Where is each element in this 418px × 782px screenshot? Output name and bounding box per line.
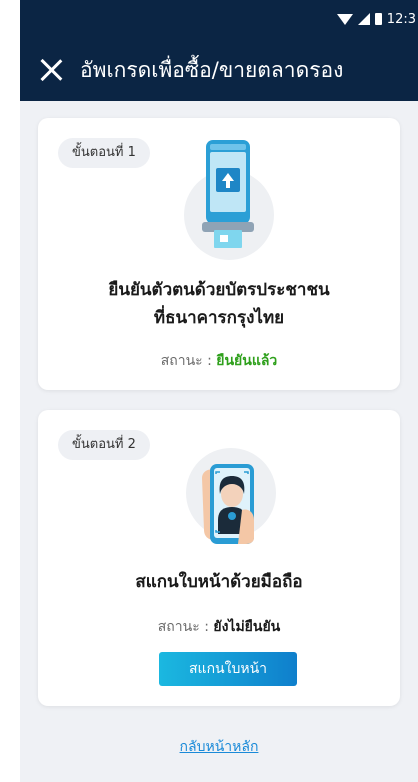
signal-icon bbox=[357, 13, 370, 25]
battery-icon bbox=[374, 13, 382, 25]
app-header: 12:3 อัพเกรดเพื่อซื้อ/ขายตลาดรอง bbox=[20, 0, 418, 101]
step-2-status-label: สถานะ : bbox=[157, 619, 209, 635]
title-bar: อัพเกรดเพื่อซื้อ/ขายตลาดรอง bbox=[20, 48, 418, 92]
id-card-reader-icon bbox=[202, 140, 254, 248]
step-1-title-line2: ที่ธนาคารกรุงไทย bbox=[153, 308, 285, 328]
face-scan-icon bbox=[202, 464, 254, 544]
step-2-card: ขั้นตอนที่ 2 สแกนใบหน้าด้วยมือถือ สถานะ … bbox=[38, 410, 400, 706]
step-2-status: สถานะ : ยังไม่ยืนยัน bbox=[38, 616, 400, 638]
step-1-status-value: ยืนยันแล้ว bbox=[216, 353, 278, 369]
step-1-badge: ขั้นตอนที่ 1 bbox=[58, 138, 150, 168]
back-to-home-link[interactable]: กลับหน้าหลัก bbox=[20, 736, 418, 758]
app-screen: 12:3 อัพเกรดเพื่อซื้อ/ขายตลาดรอง ขั้นตอน… bbox=[20, 0, 418, 782]
close-icon[interactable] bbox=[38, 57, 64, 83]
page-title: อัพเกรดเพื่อซื้อ/ขายตลาดรอง bbox=[80, 57, 344, 82]
status-time: 12:3 bbox=[386, 11, 416, 27]
step-2-status-value: ยังไม่ยืนยัน bbox=[213, 619, 281, 635]
step-1-card: ขั้นตอนที่ 1 ยืนยันตัวตนด้วยบัตรประชาชน … bbox=[38, 118, 400, 390]
step-2-title: สแกนใบหน้าด้วยมือถือ bbox=[135, 572, 303, 592]
step-2-badge: ขั้นตอนที่ 2 bbox=[58, 430, 150, 460]
step-1-title-line1: ยืนยันตัวตนด้วยบัตรประชาชน bbox=[108, 280, 330, 300]
scan-face-button[interactable]: สแกนใบหน้า bbox=[159, 652, 297, 686]
wifi-icon bbox=[336, 13, 353, 25]
step-1-status: สถานะ : ยืนยันแล้ว bbox=[38, 350, 400, 372]
status-bar: 12:3 bbox=[336, 6, 416, 32]
step-1-status-label: สถานะ : bbox=[160, 353, 212, 369]
